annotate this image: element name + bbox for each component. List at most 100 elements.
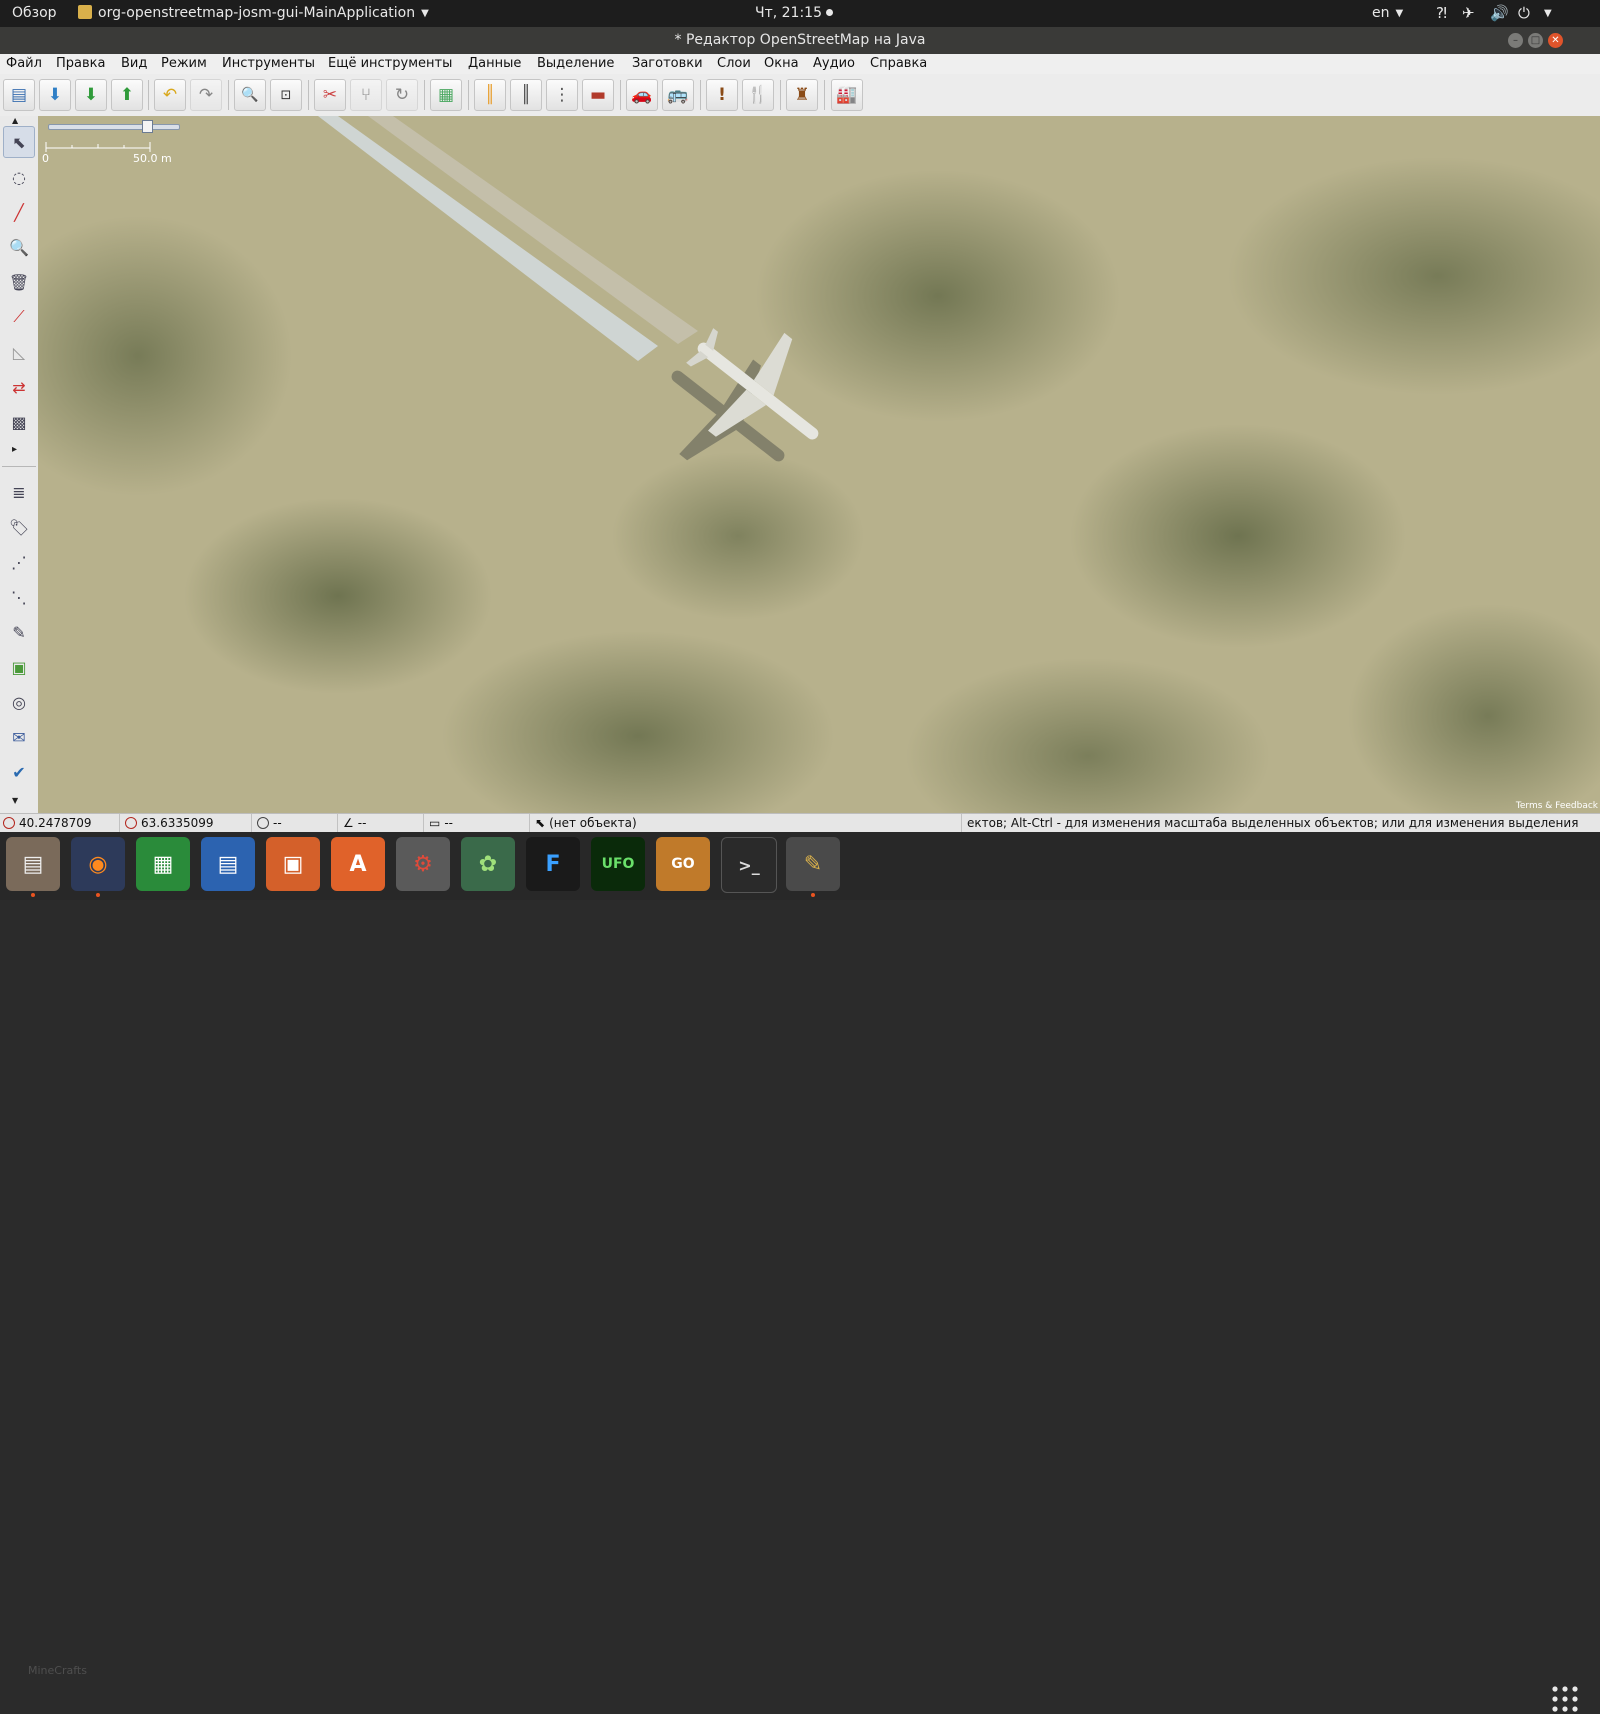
preset-car-button[interactable]: 🚗 [626,79,658,111]
preset-castle-button[interactable]: ♜ [786,79,818,111]
conflict-panel-button[interactable]: ✉ [3,721,35,753]
preferences-button[interactable]: 🔍 [234,79,266,111]
extrude-button[interactable]: ⇄ [3,371,35,403]
zoom-slider-handle[interactable] [142,120,153,133]
combine-way-button[interactable]: ⑂ [350,79,382,111]
zoom-fit-button[interactable]: ⊡ [270,79,302,111]
minimize-button[interactable]: – [1508,33,1523,48]
scroll-down-arrow-icon[interactable]: ▼ [12,796,18,805]
frog-game-launcher[interactable]: ✿ [461,837,515,891]
csgo-launcher[interactable]: GO [656,837,710,891]
menu-tools[interactable]: Инструменты [222,56,315,71]
menu-more-tools[interactable]: Ещё инструменты [328,56,452,71]
map-view-icon: ▦ [437,85,455,105]
language-menu[interactable]: en ▼ [1372,5,1403,21]
maximize-button[interactable]: □ [1528,33,1543,48]
draw-mode-button[interactable]: ╱ [3,196,35,228]
relations-panel-button[interactable]: ⋱ [3,581,35,613]
ufo-icon: UFO [601,856,635,872]
preset-road-button[interactable]: ║ [474,79,506,111]
upload-button[interactable]: ⬆ [111,79,143,111]
activities-button[interactable]: Обзор [12,5,57,21]
improve-way-button[interactable]: ⟋ [3,301,35,333]
menu-edit[interactable]: Правка [56,56,105,71]
ufo-game-launcher[interactable]: UFO [591,837,645,891]
more-arrow-icon[interactable]: ▸ [12,444,17,455]
zoom-slider[interactable] [48,124,180,130]
menu-audio[interactable]: Аудио [813,56,855,71]
menu-mode[interactable]: Режим [161,56,207,71]
app-menu[interactable]: org-openstreetmap-josm-gui-MainApplicati… [78,5,429,21]
save-button[interactable]: ⬇ [39,79,71,111]
chevron-down-icon[interactable]: ▼ [1544,8,1552,19]
layers-panel-button[interactable]: ≣ [3,476,35,508]
zoom-mode-button[interactable]: 🔍 [3,231,35,263]
terminal-launcher[interactable]: >_ [721,837,777,893]
map-view[interactable]: 0 50.0 m Terms & Feedback [38,116,1600,813]
history-panel-button[interactable]: ✎ [3,616,35,648]
calc-launcher[interactable]: ▦ [136,837,190,891]
chevron-down-icon: ▼ [421,8,429,19]
redo-button[interactable]: ↷ [190,79,222,111]
writer-launcher[interactable]: ▤ [201,837,255,891]
building-mode-button[interactable]: ▩ [3,406,35,438]
preset-bus-button[interactable]: 🚌 [662,79,694,111]
menu-data[interactable]: Данные [468,56,521,71]
lasso-mode-button[interactable]: ◌ [3,161,35,193]
airplane-mode-icon[interactable]: ✈ [1462,4,1475,22]
menu-selection[interactable]: Выделение [537,56,614,71]
imagery-panel-button[interactable]: ▣ [3,651,35,683]
contrail-left [318,116,658,361]
factory-icon: 🏭 [836,85,858,105]
software-icon: A [349,851,367,877]
download-button[interactable]: ⬇ [75,79,107,111]
scroll-up-arrow-icon[interactable]: ▲ [12,116,18,125]
preset-traffic-light-button[interactable]: ⋮ [546,79,578,111]
relation-icon: ⋱ [11,587,27,607]
software-center-launcher[interactable]: A [331,837,385,891]
parallel-way-button[interactable]: ◺ [3,336,35,368]
firefox-icon: ◉ [88,851,108,877]
menu-presets[interactable]: Заготовки [632,56,703,71]
imagery-icon: ▣ [11,657,27,677]
reverse-way-button[interactable]: ↻ [386,79,418,111]
tags-panel-button[interactable]: 🏷 [3,511,35,543]
close-button[interactable]: ✕ [1548,33,1563,48]
split-way-button[interactable]: ✂ [314,79,346,111]
volume-icon[interactable]: 🔊 [1490,4,1509,22]
terms-feedback-link[interactable]: Terms & Feedback [1516,801,1598,811]
toolbar-separator [468,80,469,110]
menu-file[interactable]: Файл [6,56,42,71]
network-icon[interactable]: ⁈ [1436,4,1447,22]
menu-view[interactable]: Вид [121,56,147,71]
toolbar-separator [780,80,781,110]
josm-launcher[interactable]: ✎ [786,837,840,891]
filter-panel-button[interactable]: ◎ [3,686,35,718]
preset-barrier-button[interactable]: ▬ [582,79,614,111]
terminal-icon: >_ [738,855,760,875]
wireframe-button[interactable]: ▦ [430,79,462,111]
power-icon[interactable]: ⏻ [1518,4,1530,22]
undo-button[interactable]: ↶ [154,79,186,111]
checkmark-icon: ✔ [12,762,26,782]
menu-layers[interactable]: Слои [717,56,751,71]
validation-panel-button[interactable]: ✔ [3,756,35,788]
select-mode-button[interactable]: ⬉ [3,126,35,158]
impress-launcher[interactable]: ▣ [266,837,320,891]
files-launcher[interactable]: ▤ [6,837,60,891]
clock[interactable]: Чт, 21:15 [755,5,833,21]
preset-highway-button[interactable]: ║ [510,79,542,111]
open-file-button[interactable]: ▤ [3,79,35,111]
delete-mode-button[interactable]: 🗑 [3,266,35,298]
f-game-launcher[interactable]: F [526,837,580,891]
settings-launcher[interactable]: ⚙ [396,837,450,891]
preset-factory-button[interactable]: 🏭 [831,79,863,111]
show-applications-icon[interactable] [1550,1684,1580,1714]
menu-help[interactable]: Справка [870,56,927,71]
preset-shop-button[interactable]: ! [706,79,738,111]
angle-field: ∠ -- [340,814,424,832]
firefox-launcher[interactable]: ◉ [71,837,125,891]
menu-windows[interactable]: Окна [764,56,799,71]
selection-panel-button[interactable]: ⋰ [3,546,35,578]
preset-food-button[interactable]: 🍴 [742,79,774,111]
